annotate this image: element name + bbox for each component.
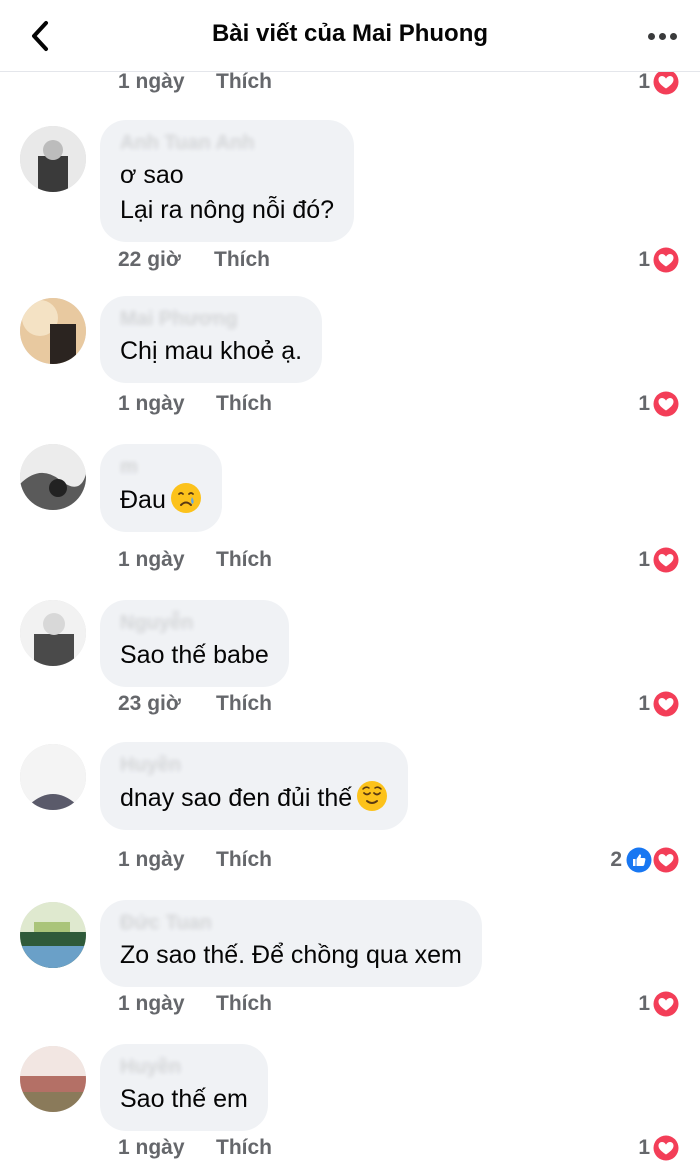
comment-meta-row: 22 giờ Thích 1	[0, 246, 700, 280]
comment-author[interactable]: Anh Tuan Anh	[120, 132, 334, 158]
avatar[interactable]	[20, 600, 86, 666]
crying-face-emoji	[170, 483, 201, 513]
like-link[interactable]: Thích	[216, 848, 272, 872]
comment-author[interactable]: Mai Phương	[120, 308, 302, 334]
heart-reaction-icon[interactable]	[651, 845, 681, 875]
comment-bubble[interactable]: Huyền Sao thế em	[100, 1044, 268, 1131]
reaction-count: 1	[638, 1136, 650, 1159]
comment-bubble[interactable]: Huyền dnay sao đen đủi thế	[100, 742, 409, 830]
reaction-count: 2	[610, 848, 622, 871]
avatar-image	[20, 1046, 86, 1112]
comment-time: 22 giờ	[118, 248, 181, 271]
comment-text-line: Đau	[120, 482, 202, 518]
like-link[interactable]: Thích	[216, 692, 272, 716]
relieved-face-emoji	[357, 781, 388, 811]
comment-bubble[interactable]: m Đau	[100, 444, 222, 532]
comment-bubble[interactable]: Đức Tuan Zo sao thế. Để chồng qua xem	[100, 900, 482, 987]
comment-bubble[interactable]: Nguyễn Sao thế babe	[100, 600, 289, 687]
reaction-count: 1	[638, 248, 650, 271]
avatar-image	[20, 126, 86, 192]
like-link[interactable]: Thích	[216, 992, 272, 1016]
comment-meta-row: 1 ngày Thích 1	[0, 68, 700, 102]
avatar[interactable]	[20, 298, 86, 364]
comment-meta-row: 1 ngày Thích 1	[0, 390, 700, 424]
comment-author[interactable]: Đức Tuan	[120, 912, 462, 938]
top-app-bar: Bài viết của Mai Phuong	[0, 0, 700, 72]
avatar-image	[20, 902, 86, 968]
reaction-count: 1	[638, 70, 650, 93]
like-link[interactable]: Thích	[214, 248, 270, 272]
avatar-image	[20, 744, 86, 810]
comment-meta-row: 1 ngày Thích 1	[0, 990, 700, 1024]
heart-reaction-icon[interactable]	[651, 989, 681, 1019]
comment-text: dnay sao đen đủi thế	[120, 784, 353, 812]
comment-time: 1 ngày	[118, 1136, 185, 1159]
comment-author[interactable]: Huyền	[120, 1056, 248, 1082]
avatar-image	[20, 600, 86, 666]
comment-text-line: Chị mau khoẻ ạ.	[120, 337, 303, 365]
avatar[interactable]	[20, 744, 86, 810]
comment-text-line: Sao thế em	[120, 1085, 248, 1113]
comment-author[interactable]: m	[120, 456, 202, 482]
reaction-count: 1	[638, 692, 650, 715]
heart-reaction-icon[interactable]	[651, 545, 681, 575]
comment-text-line: Sao thế babe	[120, 641, 269, 669]
avatar[interactable]	[20, 444, 86, 510]
comment-bubble[interactable]: Mai Phương Chị mau khoẻ ạ.	[100, 296, 323, 383]
like-reaction-icon[interactable]	[624, 845, 654, 875]
reaction-count: 1	[638, 992, 650, 1015]
comment-text-line: Lại ra nông nỗi đó?	[120, 196, 335, 224]
avatar-image	[20, 298, 86, 364]
comment-meta-row: 1 ngày Thích 2	[0, 846, 700, 880]
comment-time: 1 ngày	[118, 992, 185, 1015]
comment-text-line: ơ sao	[120, 161, 184, 189]
comment-author[interactable]: Nguyễn	[120, 612, 269, 638]
avatar[interactable]	[20, 126, 86, 192]
comment-meta-row: 1 ngày Thích 1	[0, 1134, 700, 1168]
heart-reaction-icon[interactable]	[651, 389, 681, 419]
reaction-count: 1	[638, 392, 650, 415]
like-link[interactable]: Thích	[216, 392, 272, 416]
page-title: Bài viết của Mai Phuong	[211, 20, 489, 47]
avatar[interactable]	[20, 1046, 86, 1112]
avatar[interactable]	[20, 902, 86, 968]
more-options-button[interactable]	[642, 22, 682, 50]
more-horizontal-icon	[647, 32, 655, 40]
comment-meta-row: 1 ngày Thích 1	[0, 546, 700, 580]
comment-time: 1 ngày	[118, 548, 185, 571]
heart-reaction-icon[interactable]	[651, 1133, 681, 1163]
comment-meta-row: 23 giờ Thích 1	[0, 690, 700, 724]
comment-time: 1 ngày	[118, 848, 185, 871]
reaction-count: 1	[638, 548, 650, 571]
comment-time: 1 ngày	[118, 392, 185, 415]
comment-text-line: Zo sao thế. Để chồng qua xem	[120, 941, 462, 969]
comment-time: 23 giờ	[118, 692, 181, 715]
comment-time: 1 ngày	[118, 70, 185, 93]
heart-reaction-icon[interactable]	[651, 689, 681, 719]
like-link[interactable]: Thích	[216, 1136, 272, 1160]
comment-text-line: dnay sao đen đủi thế	[120, 780, 388, 816]
heart-reaction-icon[interactable]	[651, 245, 681, 275]
avatar-image	[20, 444, 86, 510]
comment-text: Đau	[120, 486, 166, 514]
like-link[interactable]: Thích	[216, 70, 272, 94]
comment-author[interactable]: Huyền	[120, 754, 388, 780]
like-link[interactable]: Thích	[216, 548, 272, 572]
comment-bubble[interactable]: Anh Tuan Anh ơ sao Lại ra nông nỗi đó?	[100, 120, 355, 242]
